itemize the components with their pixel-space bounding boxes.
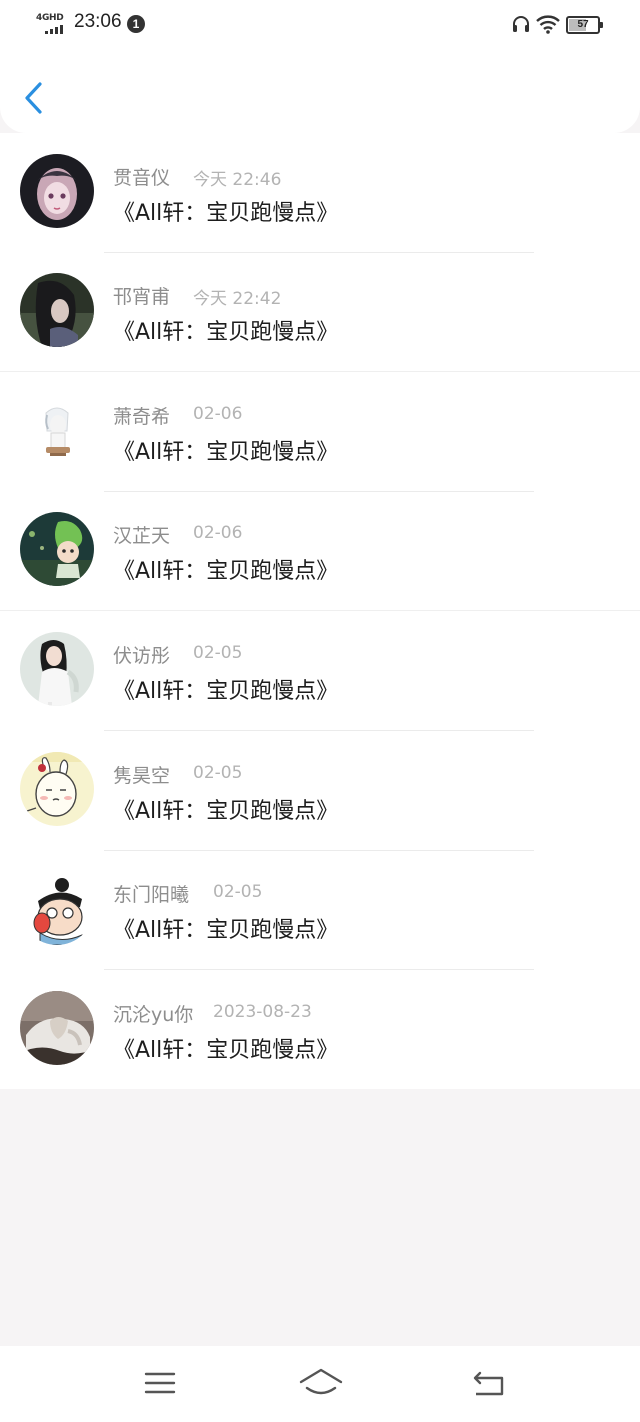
- message-time: 02-05: [193, 763, 243, 783]
- battery-level: 57: [577, 19, 589, 30]
- navigation-bar: [0, 1346, 640, 1422]
- network-type: 4GHD: [36, 13, 64, 23]
- avatar: [20, 871, 94, 945]
- message-time: 02-05: [213, 882, 263, 902]
- contact-name: 贯音仪: [113, 167, 171, 189]
- message-preview: 《All轩：宝贝跑慢点》: [113, 320, 339, 345]
- message-preview: 《All轩：宝贝跑慢点》: [113, 679, 339, 704]
- contact-name: 萧奇希: [113, 406, 171, 428]
- home-icon[interactable]: [298, 1366, 344, 1400]
- list-item[interactable]: 汉芷天 02-06 《All轩：宝贝跑慢点》: [0, 491, 640, 611]
- message-time: 今天 22:46: [193, 170, 282, 190]
- contact-name: 邗宵甫: [113, 286, 171, 308]
- message-preview: 《All轩：宝贝跑慢点》: [113, 440, 339, 465]
- message-preview: 《All轩：宝贝跑慢点》: [113, 918, 339, 943]
- message-time: 今天 22:42: [193, 289, 282, 309]
- wifi-icon: [536, 15, 560, 34]
- status-time: 23:06: [74, 11, 122, 32]
- chevron-left-icon: [25, 82, 42, 114]
- message-preview: 《All轩：宝贝跑慢点》: [113, 559, 339, 584]
- menu-icon[interactable]: [140, 1366, 180, 1400]
- list-item[interactable]: 东门阳曦 02-05 《All轩：宝贝跑慢点》: [0, 850, 640, 970]
- message-time: 02-05: [193, 643, 243, 663]
- avatar: [20, 273, 94, 347]
- list-item[interactable]: 沉沦yu你 2023-08-23 《All轩：宝贝跑慢点》: [0, 970, 640, 1090]
- avatar: [20, 512, 94, 586]
- contact-name: 汉芷天: [113, 525, 171, 547]
- battery-icon: 57: [566, 16, 603, 34]
- header: [0, 48, 640, 133]
- back-icon[interactable]: [468, 1366, 508, 1400]
- message-time: 2023-08-23: [213, 1002, 312, 1022]
- signal-icon: 4GHD: [36, 13, 66, 35]
- contact-name: 伏访彤: [113, 645, 171, 667]
- list-item[interactable]: 贯音仪 今天 22:46 《All轩：宝贝跑慢点》: [0, 133, 640, 253]
- headphone-icon: [513, 16, 529, 32]
- list-item[interactable]: 伏访彤 02-05 《All轩：宝贝跑慢点》: [0, 611, 640, 731]
- back-button[interactable]: [18, 78, 50, 118]
- avatar: [20, 991, 94, 1065]
- avatar: [20, 393, 94, 467]
- message-preview: 《All轩：宝贝跑慢点》: [113, 1038, 339, 1063]
- status-bar: 4GHD 23:06 1 57: [0, 0, 640, 48]
- avatar: [20, 752, 94, 826]
- avatar: [20, 154, 94, 228]
- contact-name: 东门阳曦: [113, 884, 190, 906]
- message-preview: 《All轩：宝贝跑慢点》: [113, 201, 339, 226]
- list-item[interactable]: 萧奇希 02-06 《All轩：宝贝跑慢点》: [0, 372, 640, 492]
- list-item[interactable]: 隽昊空 02-05 《All轩：宝贝跑慢点》: [0, 731, 640, 851]
- notification-badge: 1: [127, 15, 145, 33]
- conversation-list: 贯音仪 今天 22:46 《All轩：宝贝跑慢点》 邗宵甫 今天 22:42 《…: [0, 133, 640, 1089]
- message-preview: 《All轩：宝贝跑慢点》: [113, 799, 339, 824]
- contact-name: 沉沦yu你: [113, 1004, 194, 1026]
- message-time: 02-06: [193, 523, 243, 543]
- list-item[interactable]: 邗宵甫 今天 22:42 《All轩：宝贝跑慢点》: [0, 252, 640, 372]
- contact-name: 隽昊空: [113, 765, 171, 787]
- avatar: [20, 632, 94, 706]
- message-time: 02-06: [193, 404, 243, 424]
